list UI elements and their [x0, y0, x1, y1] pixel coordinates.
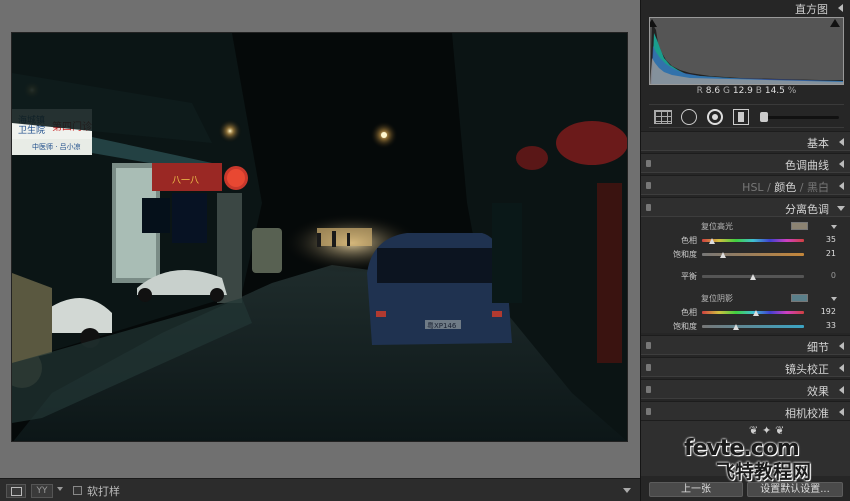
shadow-saturation-label: 饱和度 — [673, 322, 697, 331]
histogram-curve — [650, 19, 843, 84]
chevron-down-icon[interactable] — [57, 487, 63, 491]
filmstrip-toolbar: YY 软打样 — [0, 478, 640, 501]
b-label: B — [755, 86, 762, 96]
percent-unit: % — [787, 86, 797, 96]
r-value: 8.6 — [705, 86, 721, 96]
balance-knob[interactable] — [750, 274, 756, 280]
section-tone-curve[interactable]: 色调曲线 — [641, 153, 850, 173]
section-basic[interactable]: 基本 — [641, 131, 850, 151]
image-canvas-area: 海城镇 卫生院 第四门诊 中医师 · 吕小凉 八一八 — [0, 0, 640, 478]
histogram-readout: R 8.6 G 12.9 B 14.5 % — [649, 86, 844, 100]
tab-hsl[interactable]: HSL — [742, 181, 763, 194]
section-tone-curve-label: 色调曲线 — [785, 159, 829, 172]
shadow-color-swatch[interactable] — [791, 294, 808, 302]
highlight-hue-slider[interactable] — [702, 239, 804, 242]
expand-arrow-icon[interactable] — [839, 408, 844, 416]
lightroom-develop-window: 海城镇 卫生院 第四门诊 中医师 · 吕小凉 八一八 — [0, 0, 850, 501]
before-after-button[interactable]: YY — [31, 484, 53, 498]
tab-bw[interactable]: 黑白 — [807, 181, 829, 194]
panel-toggle-icon[interactable] — [646, 160, 651, 167]
shadow-saturation-knob[interactable] — [732, 324, 739, 330]
chevron-down-icon[interactable] — [831, 297, 837, 301]
g-value: 12.9 — [732, 86, 753, 96]
highlight-hue-value[interactable]: 35 — [808, 235, 836, 244]
expand-arrow-icon[interactable] — [839, 386, 844, 394]
panel-toggle-icon[interactable] — [646, 408, 651, 415]
expand-arrow-icon[interactable] — [839, 160, 844, 168]
collapse-arrow-icon[interactable] — [838, 4, 843, 12]
split-toning-panel: 复位高光 色相 35 饱和度 21 平衡 0 复位阴影 色相 192 饱和度 3… — [641, 217, 850, 333]
panel-toggle-icon[interactable] — [646, 364, 651, 371]
section-detail-label: 细节 — [807, 341, 829, 354]
photo-preview[interactable]: 海城镇 卫生院 第四门诊 中医师 · 吕小凉 八一八 — [11, 32, 628, 442]
shadow-hue-label: 色相 — [681, 308, 697, 317]
svg-text:中医师 · 吕小凉: 中医师 · 吕小凉 — [32, 142, 81, 151]
section-effects[interactable]: 效果 — [641, 379, 850, 399]
panel-toggle-icon[interactable] — [646, 204, 651, 211]
section-effects-label: 效果 — [807, 385, 829, 398]
adjustment-brush-slider[interactable] — [761, 116, 839, 119]
expand-arrow-icon[interactable] — [839, 138, 844, 146]
histogram-title[interactable]: 直方图 — [795, 1, 828, 17]
soft-proof-checkbox[interactable] — [73, 486, 82, 495]
crop-icon[interactable] — [681, 109, 697, 125]
highlight-saturation-value[interactable]: 21 — [808, 249, 836, 258]
soft-proof-label: 软打样 — [87, 485, 120, 498]
shadow-hue-knob[interactable] — [753, 310, 760, 316]
balance-value[interactable]: 0 — [808, 271, 836, 280]
section-detail[interactable]: 细节 — [641, 335, 850, 355]
spot-removal-icon[interactable] — [707, 109, 723, 125]
section-calibration-label: 相机校准 — [785, 407, 829, 420]
highlights-reset-label[interactable]: 复位高光 — [701, 221, 733, 232]
adjustment-brush-slider-knob[interactable] — [760, 112, 768, 122]
set-default-button[interactable]: 设置默认设置... — [747, 482, 843, 497]
section-lens-corrections[interactable]: 镜头校正 — [641, 357, 850, 377]
section-hsl[interactable]: HSL / 颜色 / 黑白 — [641, 175, 850, 195]
r-label: R — [696, 86, 703, 96]
loupe-view-button[interactable] — [6, 484, 26, 498]
previous-button[interactable]: 上一张 — [649, 482, 743, 497]
panel-toggle-icon[interactable] — [646, 182, 651, 189]
toolbar-menu-chevron-icon[interactable] — [623, 488, 631, 493]
watermark-site-name: 飞特教程网 — [716, 461, 812, 483]
expand-arrow-icon[interactable] — [839, 182, 844, 190]
highlight-color-swatch[interactable] — [791, 222, 808, 230]
svg-text:八一八: 八一八 — [172, 176, 199, 186]
develop-panel: 直方图 R 8.6 G 12.9 B 14.5 % 基本 色调曲线 HSL / … — [640, 0, 850, 501]
section-lens-label: 镜头校正 — [785, 363, 829, 376]
balance-label: 平衡 — [681, 272, 697, 281]
b-value: 14.5 — [764, 86, 785, 96]
highlight-saturation-knob[interactable] — [720, 252, 727, 258]
histogram-graph[interactable] — [649, 17, 844, 85]
hsl-tabs: HSL / 颜色 / 黑白 — [742, 179, 829, 195]
shadow-hue-value[interactable]: 192 — [808, 307, 836, 316]
panel-toggle-icon[interactable] — [646, 386, 651, 393]
night-street-photo: 海城镇 卫生院 第四门诊 中医师 · 吕小凉 八一八 — [12, 33, 627, 441]
tab-separator: / — [767, 181, 771, 194]
tab-color[interactable]: 颜色 — [774, 181, 796, 194]
grid-overlay-icon[interactable] — [654, 110, 672, 124]
highlight-saturation-slider[interactable] — [702, 253, 804, 256]
svg-text:粤XP146: 粤XP146 — [427, 321, 457, 330]
section-camera-calibration[interactable]: 相机校准 — [641, 401, 850, 421]
collapse-arrow-icon[interactable] — [837, 206, 845, 211]
highlight-hue-label: 色相 — [681, 236, 697, 245]
section-split-toning[interactable]: 分离色调 — [641, 197, 850, 217]
shadow-saturation-value[interactable]: 33 — [808, 321, 836, 330]
tool-strip — [649, 104, 844, 128]
section-split-toning-label: 分离色调 — [785, 203, 829, 216]
highlight-saturation-label: 饱和度 — [673, 250, 697, 259]
panel-toggle-icon[interactable] — [646, 342, 651, 349]
tab-separator: / — [799, 181, 804, 194]
shadows-reset-label[interactable]: 复位阴影 — [701, 293, 733, 304]
chevron-down-icon[interactable] — [831, 225, 837, 229]
section-basic-label: 基本 — [807, 137, 829, 150]
highlight-hue-knob[interactable] — [708, 238, 715, 244]
g-label: G — [723, 86, 730, 96]
red-eye-icon[interactable] — [733, 109, 749, 125]
shadow-saturation-slider[interactable] — [702, 325, 804, 328]
expand-arrow-icon[interactable] — [839, 364, 844, 372]
expand-arrow-icon[interactable] — [839, 342, 844, 350]
